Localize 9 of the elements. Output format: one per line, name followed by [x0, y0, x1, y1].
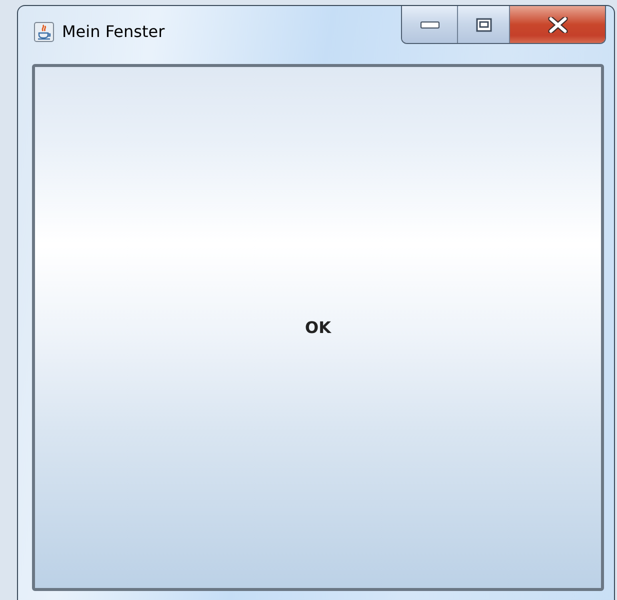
- minimize-button[interactable]: [402, 6, 458, 43]
- coffee-cup-icon: [34, 22, 54, 42]
- maximize-icon: [476, 18, 492, 32]
- close-button[interactable]: [510, 6, 605, 43]
- ok-button[interactable]: OK: [32, 64, 604, 591]
- close-icon: [548, 16, 568, 32]
- minimize-icon: [420, 20, 440, 28]
- maximize-button[interactable]: [458, 6, 510, 43]
- window-title: Mein Fenster: [62, 22, 166, 41]
